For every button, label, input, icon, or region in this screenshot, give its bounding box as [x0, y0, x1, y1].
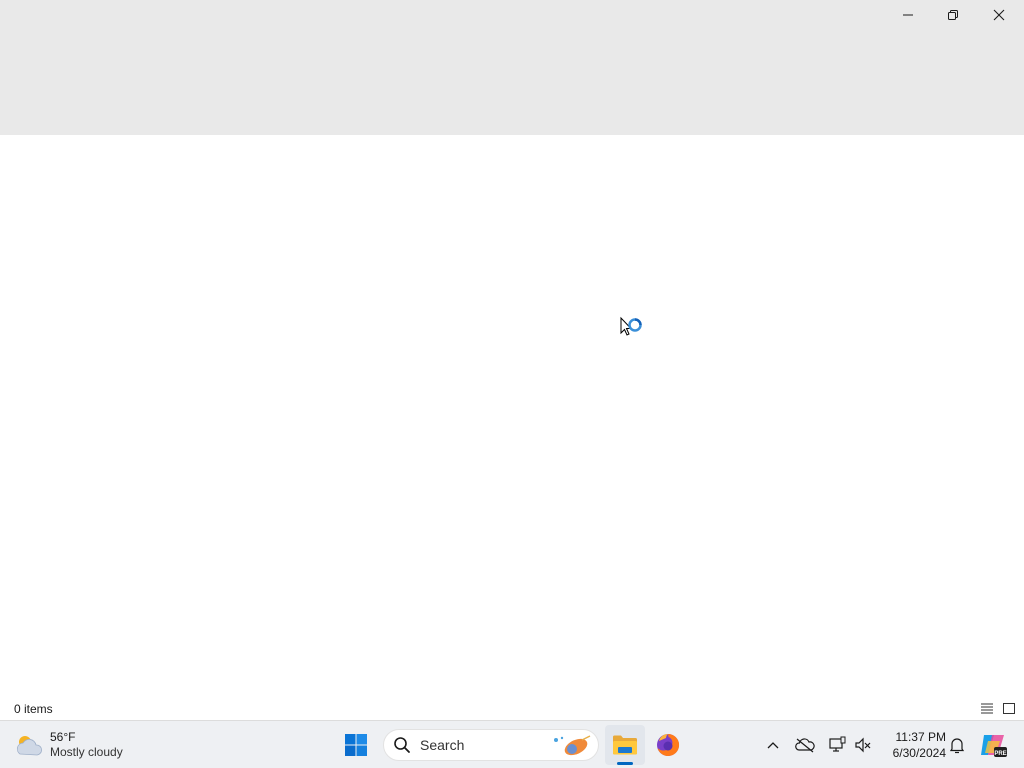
- close-icon: [993, 9, 1005, 21]
- tiles-view-icon: [1003, 702, 1015, 714]
- partly-cloudy-icon: [16, 736, 42, 756]
- svg-text:PRE: PRE: [994, 751, 1006, 757]
- details-view-icon: [981, 703, 993, 714]
- file-explorer-taskbar-button[interactable]: [605, 725, 645, 765]
- close-button[interactable]: [976, 0, 1022, 30]
- show-hidden-icons-button[interactable]: [761, 733, 785, 757]
- minimize-icon: [903, 14, 913, 16]
- firefox-icon: [657, 733, 680, 756]
- restore-icon: [948, 10, 958, 20]
- details-view-button[interactable]: [979, 700, 995, 716]
- taskbar: 56°F Mostly cloudy Search 11:37 PM 6/30/…: [0, 720, 1024, 768]
- active-app-indicator: [617, 762, 633, 765]
- onedrive-tray-button[interactable]: [793, 733, 817, 757]
- windows-logo-icon: [345, 734, 367, 756]
- file-list-area[interactable]: [0, 135, 1024, 697]
- search-highlight-icon: [554, 735, 591, 756]
- clock-date: 6/30/2024: [892, 746, 946, 760]
- title-bar[interactable]: [0, 0, 1024, 135]
- start-button[interactable]: [336, 725, 376, 765]
- taskbar-search-box[interactable]: Search: [383, 729, 599, 761]
- restore-button[interactable]: [930, 0, 976, 30]
- network-icon: [829, 736, 846, 752]
- firefox-taskbar-button[interactable]: [648, 725, 688, 765]
- weather-condition: Mostly cloudy: [50, 745, 123, 759]
- network-tray-button[interactable]: [825, 733, 849, 757]
- volume-tray-button[interactable]: [851, 733, 875, 757]
- system-clock[interactable]: 11:37 PM 6/30/2024: [880, 729, 946, 761]
- onedrive-offline-icon: [795, 738, 815, 753]
- file-explorer-window: 0 items: [0, 0, 1024, 720]
- copilot-button[interactable]: PRE: [978, 731, 1008, 759]
- folder-icon: [613, 735, 637, 755]
- search-icon: [394, 737, 410, 753]
- copilot-icon: PRE: [981, 735, 1007, 757]
- status-bar: 0 items: [0, 697, 1024, 720]
- item-count: 0 items: [14, 702, 53, 716]
- notification-center-button[interactable]: [945, 733, 969, 757]
- clock-time: 11:37 PM: [895, 730, 946, 744]
- notification-icon: [949, 738, 965, 754]
- minimize-button[interactable]: [885, 0, 931, 30]
- volume-icon: [855, 737, 871, 753]
- tiles-view-button[interactable]: [1001, 700, 1017, 716]
- weather-widget[interactable]: 56°F Mostly cloudy: [14, 727, 144, 763]
- weather-temperature: 56°F: [50, 730, 76, 744]
- chevron-up-icon: [767, 742, 779, 749]
- search-label: Search: [420, 737, 465, 753]
